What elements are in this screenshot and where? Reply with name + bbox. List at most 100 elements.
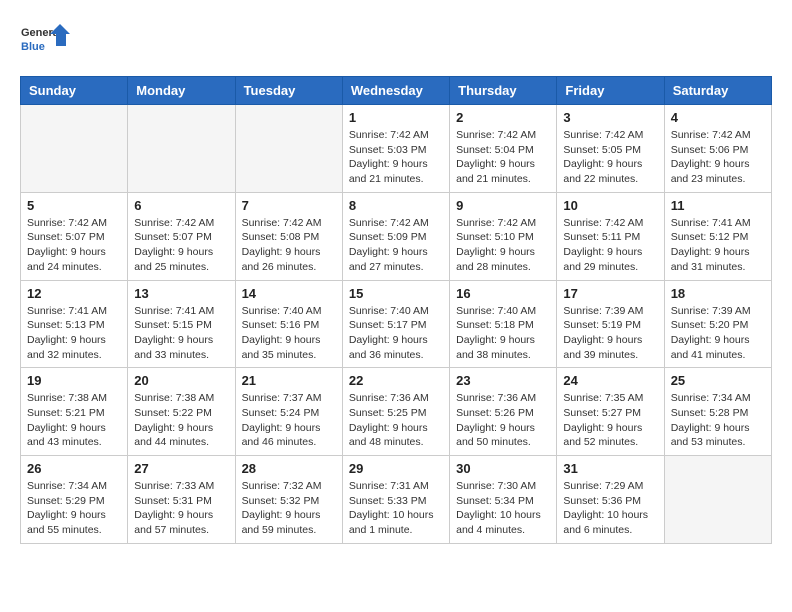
day-number: 9 <box>456 198 550 213</box>
day-detail: Sunrise: 7:40 AM Sunset: 5:16 PM Dayligh… <box>242 304 336 363</box>
day-number: 7 <box>242 198 336 213</box>
day-number: 13 <box>134 286 228 301</box>
day-number: 4 <box>671 110 765 125</box>
day-detail: Sunrise: 7:35 AM Sunset: 5:27 PM Dayligh… <box>563 391 657 450</box>
calendar-cell <box>664 456 771 544</box>
calendar-cell <box>235 105 342 193</box>
calendar-cell: 15 Sunrise: 7:40 AM Sunset: 5:17 PM Dayli… <box>342 280 449 368</box>
calendar-cell: 28 Sunrise: 7:32 AM Sunset: 5:32 PM Dayli… <box>235 456 342 544</box>
day-detail: Sunrise: 7:42 AM Sunset: 5:06 PM Dayligh… <box>671 128 765 187</box>
day-number: 24 <box>563 373 657 388</box>
calendar-cell: 20 Sunrise: 7:38 AM Sunset: 5:22 PM Dayli… <box>128 368 235 456</box>
weekday-header-monday: Monday <box>128 77 235 105</box>
week-row-1: 1 Sunrise: 7:42 AM Sunset: 5:03 PM Daylig… <box>21 105 772 193</box>
calendar-cell: 16Sunrise: 7:40 AM Sunset: 5:18 PM Dayli… <box>450 280 557 368</box>
day-detail: Sunrise: 7:38 AM Sunset: 5:22 PM Dayligh… <box>134 391 228 450</box>
calendar-cell: 11 Sunrise: 7:41 AM Sunset: 5:12 PM Dayli… <box>664 192 771 280</box>
week-row-3: 12Sunrise: 7:41 AM Sunset: 5:13 PM Dayli… <box>21 280 772 368</box>
calendar-cell: 17Sunrise: 7:39 AM Sunset: 5:19 PM Dayli… <box>557 280 664 368</box>
weekday-header-row: SundayMondayTuesdayWednesdayThursdayFrid… <box>21 77 772 105</box>
week-row-4: 19 Sunrise: 7:38 AM Sunset: 5:21 PM Dayli… <box>21 368 772 456</box>
day-number: 10 <box>563 198 657 213</box>
calendar-cell: 25 Sunrise: 7:34 AM Sunset: 5:28 PM Dayli… <box>664 368 771 456</box>
calendar-cell: 12Sunrise: 7:41 AM Sunset: 5:13 PM Dayli… <box>21 280 128 368</box>
calendar-cell: 4 Sunrise: 7:42 AM Sunset: 5:06 PM Daylig… <box>664 105 771 193</box>
day-number: 5 <box>27 198 121 213</box>
day-number: 14 <box>242 286 336 301</box>
weekday-header-wednesday: Wednesday <box>342 77 449 105</box>
day-number: 11 <box>671 198 765 213</box>
day-number: 22 <box>349 373 443 388</box>
day-number: 12 <box>27 286 121 301</box>
calendar-cell: 18Sunrise: 7:39 AM Sunset: 5:20 PM Dayli… <box>664 280 771 368</box>
calendar-cell: 7Sunrise: 7:42 AM Sunset: 5:08 PM Daylig… <box>235 192 342 280</box>
day-detail: Sunrise: 7:36 AM Sunset: 5:25 PM Dayligh… <box>349 391 443 450</box>
day-number: 21 <box>242 373 336 388</box>
day-detail: Sunrise: 7:42 AM Sunset: 5:03 PM Dayligh… <box>349 128 443 187</box>
day-number: 3 <box>563 110 657 125</box>
day-detail: Sunrise: 7:33 AM Sunset: 5:31 PM Dayligh… <box>134 479 228 538</box>
logo-svg: General Blue <box>20 20 70 60</box>
calendar-cell: 19 Sunrise: 7:38 AM Sunset: 5:21 PM Dayli… <box>21 368 128 456</box>
day-number: 18 <box>671 286 765 301</box>
day-detail: Sunrise: 7:37 AM Sunset: 5:24 PM Dayligh… <box>242 391 336 450</box>
calendar-cell: 8 Sunrise: 7:42 AM Sunset: 5:09 PM Daylig… <box>342 192 449 280</box>
calendar-cell: 14 Sunrise: 7:40 AM Sunset: 5:16 PM Dayli… <box>235 280 342 368</box>
calendar-table: SundayMondayTuesdayWednesdayThursdayFrid… <box>20 76 772 544</box>
calendar-cell: 22 Sunrise: 7:36 AM Sunset: 5:25 PM Dayli… <box>342 368 449 456</box>
day-detail: Sunrise: 7:30 AM Sunset: 5:34 PM Dayligh… <box>456 479 550 538</box>
calendar-cell: 29 Sunrise: 7:31 AM Sunset: 5:33 PM Dayli… <box>342 456 449 544</box>
weekday-header-friday: Friday <box>557 77 664 105</box>
day-number: 25 <box>671 373 765 388</box>
calendar-cell: 10 Sunrise: 7:42 AM Sunset: 5:11 PM Dayli… <box>557 192 664 280</box>
day-detail: Sunrise: 7:40 AM Sunset: 5:17 PM Dayligh… <box>349 304 443 363</box>
calendar-cell: 3 Sunrise: 7:42 AM Sunset: 5:05 PM Daylig… <box>557 105 664 193</box>
day-number: 1 <box>349 110 443 125</box>
weekday-header-sunday: Sunday <box>21 77 128 105</box>
day-number: 28 <box>242 461 336 476</box>
weekday-header-thursday: Thursday <box>450 77 557 105</box>
day-number: 20 <box>134 373 228 388</box>
page-header: General Blue <box>20 20 772 60</box>
svg-text:Blue: Blue <box>21 41 45 53</box>
week-row-2: 5 Sunrise: 7:42 AM Sunset: 5:07 PM Daylig… <box>21 192 772 280</box>
day-detail: Sunrise: 7:42 AM Sunset: 5:07 PM Dayligh… <box>134 216 228 275</box>
day-detail: Sunrise: 7:32 AM Sunset: 5:32 PM Dayligh… <box>242 479 336 538</box>
day-detail: Sunrise: 7:38 AM Sunset: 5:21 PM Dayligh… <box>27 391 121 450</box>
calendar-cell: 1 Sunrise: 7:42 AM Sunset: 5:03 PM Daylig… <box>342 105 449 193</box>
calendar-cell: 13 Sunrise: 7:41 AM Sunset: 5:15 PM Dayli… <box>128 280 235 368</box>
day-detail: Sunrise: 7:42 AM Sunset: 5:11 PM Dayligh… <box>563 216 657 275</box>
day-detail: Sunrise: 7:42 AM Sunset: 5:05 PM Dayligh… <box>563 128 657 187</box>
day-number: 6 <box>134 198 228 213</box>
day-detail: Sunrise: 7:42 AM Sunset: 5:10 PM Dayligh… <box>456 216 550 275</box>
day-number: 8 <box>349 198 443 213</box>
day-detail: Sunrise: 7:34 AM Sunset: 5:28 PM Dayligh… <box>671 391 765 450</box>
calendar-cell: 23 Sunrise: 7:36 AM Sunset: 5:26 PM Dayli… <box>450 368 557 456</box>
day-number: 29 <box>349 461 443 476</box>
calendar-cell: 24 Sunrise: 7:35 AM Sunset: 5:27 PM Dayli… <box>557 368 664 456</box>
logo: General Blue <box>20 20 70 60</box>
day-number: 23 <box>456 373 550 388</box>
day-detail: Sunrise: 7:41 AM Sunset: 5:12 PM Dayligh… <box>671 216 765 275</box>
day-number: 27 <box>134 461 228 476</box>
day-detail: Sunrise: 7:42 AM Sunset: 5:07 PM Dayligh… <box>27 216 121 275</box>
day-number: 30 <box>456 461 550 476</box>
calendar-cell: 21 Sunrise: 7:37 AM Sunset: 5:24 PM Dayli… <box>235 368 342 456</box>
day-detail: Sunrise: 7:31 AM Sunset: 5:33 PM Dayligh… <box>349 479 443 538</box>
calendar-cell: 9 Sunrise: 7:42 AM Sunset: 5:10 PM Daylig… <box>450 192 557 280</box>
week-row-5: 26Sunrise: 7:34 AM Sunset: 5:29 PM Dayli… <box>21 456 772 544</box>
day-detail: Sunrise: 7:42 AM Sunset: 5:09 PM Dayligh… <box>349 216 443 275</box>
day-number: 15 <box>349 286 443 301</box>
day-number: 17 <box>563 286 657 301</box>
day-detail: Sunrise: 7:41 AM Sunset: 5:15 PM Dayligh… <box>134 304 228 363</box>
day-detail: Sunrise: 7:42 AM Sunset: 5:04 PM Dayligh… <box>456 128 550 187</box>
calendar-cell: 2Sunrise: 7:42 AM Sunset: 5:04 PM Daylig… <box>450 105 557 193</box>
calendar-cell: 30 Sunrise: 7:30 AM Sunset: 5:34 PM Dayli… <box>450 456 557 544</box>
calendar-cell: 27 Sunrise: 7:33 AM Sunset: 5:31 PM Dayli… <box>128 456 235 544</box>
weekday-header-saturday: Saturday <box>664 77 771 105</box>
day-detail: Sunrise: 7:36 AM Sunset: 5:26 PM Dayligh… <box>456 391 550 450</box>
day-detail: Sunrise: 7:34 AM Sunset: 5:29 PM Dayligh… <box>27 479 121 538</box>
calendar-cell <box>21 105 128 193</box>
day-number: 19 <box>27 373 121 388</box>
calendar-cell: 31Sunrise: 7:29 AM Sunset: 5:36 PM Dayli… <box>557 456 664 544</box>
